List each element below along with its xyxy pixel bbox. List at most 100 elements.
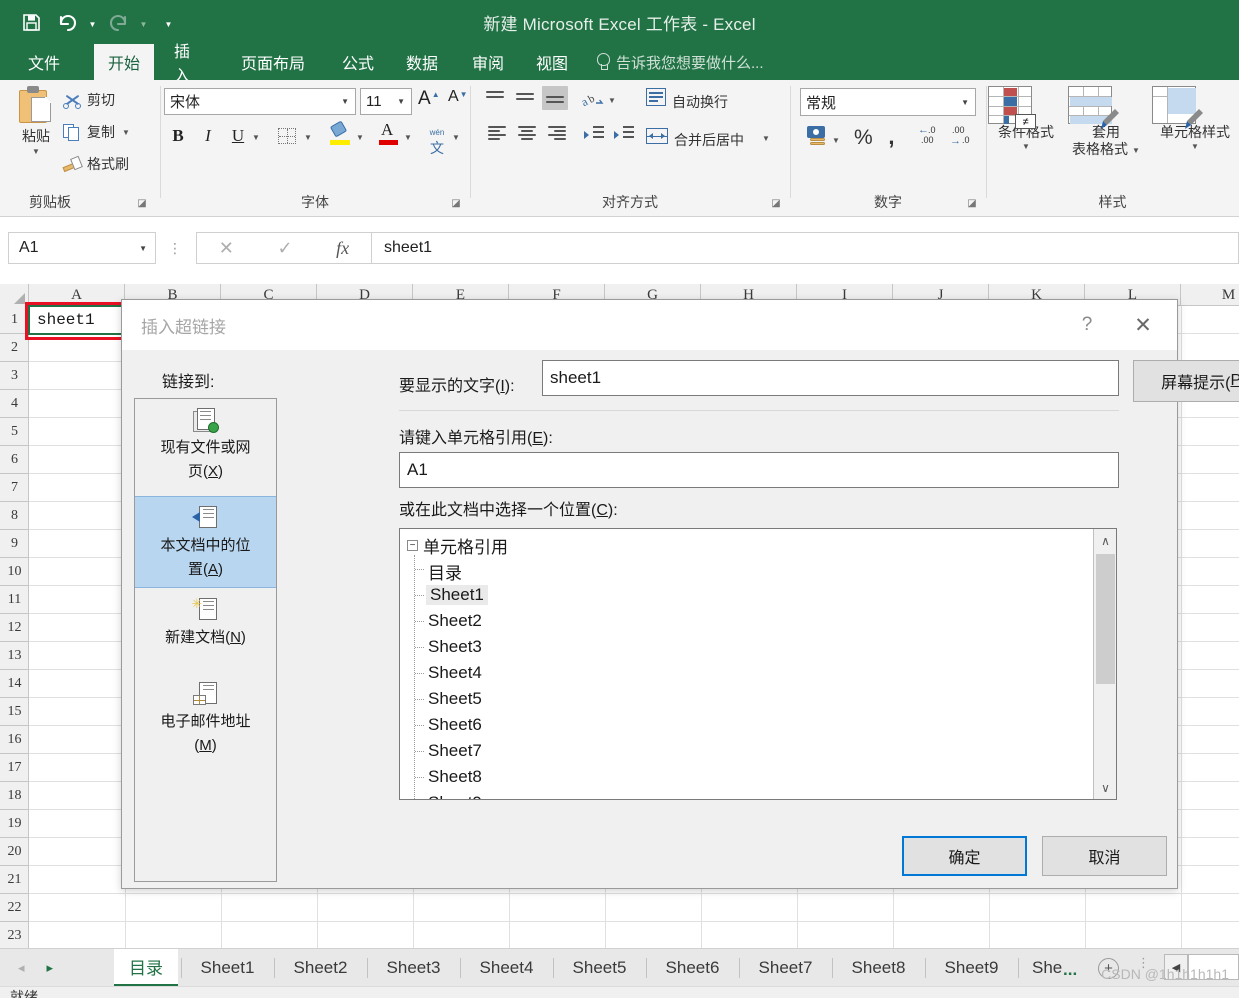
row-header-3[interactable]: 3 xyxy=(0,362,29,390)
ribbon-tab-data[interactable]: 数据 xyxy=(394,44,450,80)
align-bottom-icon[interactable] xyxy=(546,92,566,108)
tree-item-3[interactable]: Sheet3 xyxy=(428,637,482,657)
cancel-edit-icon[interactable]: ✕ xyxy=(219,238,234,259)
tree-expander-icon[interactable]: − xyxy=(407,540,418,551)
name-box[interactable]: A1 ▼ xyxy=(8,232,156,264)
format-as-table-caret[interactable]: ▼ xyxy=(1132,146,1140,155)
cancel-button[interactable]: 取消 xyxy=(1042,836,1167,876)
tree-item-7[interactable]: Sheet7 xyxy=(428,741,482,761)
row-header-5[interactable]: 5 xyxy=(0,418,29,446)
copy-dropdown-caret[interactable]: ▼ xyxy=(122,128,130,137)
sheet-tab-sheet6[interactable]: Sheet6 xyxy=(647,949,738,987)
align-left-icon[interactable] xyxy=(488,126,508,142)
link-to-existing-file[interactable]: 现有文件或网 页(X) xyxy=(135,399,276,496)
row-header-14[interactable]: 14 xyxy=(0,670,29,698)
merge-center-dropdown-caret[interactable]: ▼ xyxy=(762,134,770,143)
column-header-M[interactable]: M xyxy=(1181,284,1239,306)
sheet-tab-sheet4[interactable]: Sheet4 xyxy=(461,949,552,987)
tree-item-8[interactable]: Sheet8 xyxy=(428,767,482,787)
row-header-4[interactable]: 4 xyxy=(0,390,29,418)
percent-style-button[interactable]: % xyxy=(854,126,873,150)
cell-reference-input[interactable]: A1 xyxy=(399,452,1119,488)
screen-tip-button[interactable]: 屏幕提示(P)... xyxy=(1133,360,1239,402)
tell-me-search[interactable]: 告诉我您想要做什么... xyxy=(596,44,764,80)
insert-function-icon[interactable]: fx xyxy=(336,238,349,259)
tree-item-1[interactable]: Sheet1 xyxy=(426,585,488,605)
scroll-down-icon[interactable]: ∨ xyxy=(1094,776,1116,799)
row-header-13[interactable]: 13 xyxy=(0,642,29,670)
number-format-select[interactable]: 常规 ▼ xyxy=(800,88,976,116)
row-header-10[interactable]: 10 xyxy=(0,558,29,586)
font-dialog-launcher[interactable]: ◪ xyxy=(450,198,462,210)
align-middle-icon[interactable] xyxy=(516,90,536,106)
row-header-6[interactable]: 6 xyxy=(0,446,29,474)
underline-button[interactable]: U xyxy=(226,124,250,148)
increase-decimal-icon[interactable]: ← .0.00 xyxy=(918,124,944,146)
sheet-tab-sheet2[interactable]: Sheet2 xyxy=(275,949,366,987)
ribbon-tab-home[interactable]: 开始 xyxy=(94,44,154,80)
tree-item-0[interactable]: 目录 xyxy=(428,559,462,584)
font-color-icon[interactable]: A xyxy=(378,120,400,146)
accounting-dropdown-caret[interactable]: ▼ xyxy=(832,136,840,145)
cut-button[interactable]: 剪切 xyxy=(62,88,115,112)
font-color-dropdown-caret[interactable]: ▼ xyxy=(404,133,412,142)
italic-button[interactable]: I xyxy=(196,124,220,148)
tab-nav-next-icon[interactable]: ▸ xyxy=(47,960,54,976)
name-box-caret[interactable]: ▼ xyxy=(139,244,147,253)
help-icon[interactable]: ? xyxy=(1073,311,1101,339)
tree-item-2[interactable]: Sheet2 xyxy=(428,611,482,631)
tree-item-9[interactable]: Sheet9 xyxy=(428,793,482,799)
merge-center-icon[interactable] xyxy=(646,128,668,144)
align-right-icon[interactable] xyxy=(548,126,568,142)
scroll-up-icon[interactable]: ∧ xyxy=(1094,529,1116,552)
number-dialog-launcher[interactable]: ◪ xyxy=(966,198,978,210)
sheet-tab-sheet5[interactable]: Sheet5 xyxy=(554,949,645,987)
row-header-8[interactable]: 8 xyxy=(0,502,29,530)
cell-styles-button[interactable]: 单元格样式 ▼ xyxy=(1152,86,1238,151)
orientation-dropdown-caret[interactable]: ▼ xyxy=(608,96,616,105)
row-header-21[interactable]: 21 xyxy=(0,866,29,894)
sheet-tab-sheet1[interactable]: Sheet1 xyxy=(182,949,273,987)
paste-dropdown-caret[interactable]: ▼ xyxy=(10,147,62,156)
ribbon-tab-file[interactable]: 文件 xyxy=(16,44,72,80)
sheet-tab-sheet9[interactable]: Sheet9 xyxy=(926,949,1017,987)
sheet-tab-directory[interactable]: 目录 xyxy=(114,949,178,987)
ribbon-tab-insert[interactable]: 插入 xyxy=(162,44,217,85)
row-header-20[interactable]: 20 xyxy=(0,838,29,866)
ribbon-tab-page-layout[interactable]: 页面布局 xyxy=(228,44,318,80)
cell-styles-caret[interactable]: ▼ xyxy=(1152,142,1238,151)
merge-center-label[interactable]: 合并后居中 xyxy=(674,130,744,150)
increase-indent-icon[interactable] xyxy=(614,126,634,142)
accounting-format-icon[interactable] xyxy=(806,126,828,146)
display-text-input[interactable]: sheet1 xyxy=(542,360,1119,396)
decrease-decimal-icon[interactable]: .00 → .0 xyxy=(950,124,976,147)
row-header-16[interactable]: 16 xyxy=(0,726,29,754)
phonetic-guide-icon[interactable]: wén 文 xyxy=(426,122,448,155)
row-header-12[interactable]: 12 xyxy=(0,614,29,642)
row-header-17[interactable]: 17 xyxy=(0,754,29,782)
row-header-15[interactable]: 15 xyxy=(0,698,29,726)
scrollbar-thumb[interactable] xyxy=(1096,554,1115,684)
row-header-18[interactable]: 18 xyxy=(0,782,29,810)
format-as-table-button[interactable]: 套用 表格格式 ▼ xyxy=(1068,86,1144,158)
wrap-text-label[interactable]: 自动换行 xyxy=(672,92,728,112)
link-to-email-address[interactable]: 电子邮件地址 (M) xyxy=(135,673,276,765)
font-name-caret[interactable]: ▼ xyxy=(341,97,349,106)
tree-scrollbar[interactable]: ∧ ∨ xyxy=(1093,529,1116,799)
ribbon-tab-view[interactable]: 视图 xyxy=(524,44,580,80)
orientation-icon[interactable]: ab xyxy=(579,89,604,109)
sheet-tab-sheet7[interactable]: Sheet7 xyxy=(740,949,831,987)
row-header-9[interactable]: 9 xyxy=(0,530,29,558)
decrease-font-size-button[interactable]: A ▼ xyxy=(448,89,468,105)
alignment-dialog-launcher[interactable]: ◪ xyxy=(770,198,782,210)
tab-nav-prev-icon[interactable]: ◂ xyxy=(18,960,25,976)
ribbon-tab-formulas[interactable]: 公式 xyxy=(330,44,386,80)
conditional-formatting-button[interactable]: ≠ 条件格式 ▼ xyxy=(988,86,1064,151)
row-header-22[interactable]: 22 xyxy=(0,894,29,922)
link-to-place-in-document[interactable]: 本文档中的位 置(A) xyxy=(135,496,276,588)
sheet-tab-truncated[interactable]: She xyxy=(1019,949,1069,987)
underline-dropdown-caret[interactable]: ▼ xyxy=(252,133,260,142)
close-icon[interactable]: ✕ xyxy=(1123,311,1163,339)
phonetic-dropdown-caret[interactable]: ▼ xyxy=(452,133,460,142)
ok-button[interactable]: 确定 xyxy=(902,836,1027,876)
